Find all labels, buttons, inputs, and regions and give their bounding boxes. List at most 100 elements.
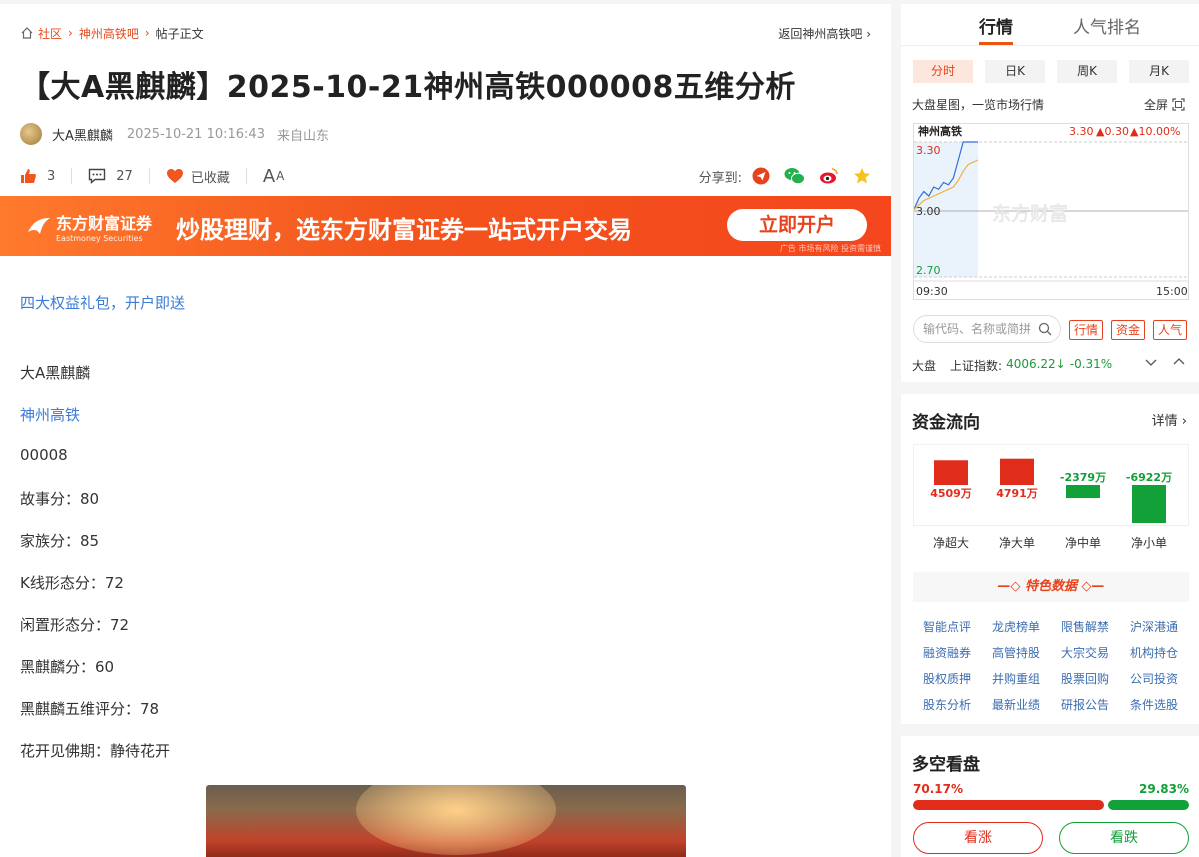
breadcrumb: 社区 › 神州高铁吧 › 帖子正文 返回神州高铁吧 › [20, 24, 871, 42]
promo-banner[interactable]: 东方财富证券 Eastmoney Securities 炒股理财，选东方财富证券… [0, 196, 891, 256]
market-map-link[interactable]: 大盘星图，一览市场行情 [912, 96, 1044, 113]
period-weekly[interactable]: 周K [1057, 60, 1117, 83]
font-size-toggle[interactable]: AA [263, 166, 285, 187]
comment-button[interactable]: 27 [88, 168, 133, 184]
vote-bull-button[interactable]: 看涨 [913, 822, 1043, 854]
bear-pct: 29.83% [1139, 782, 1189, 796]
feature-item[interactable]: 研报公告 [1051, 696, 1119, 713]
image-glow [356, 785, 556, 855]
market-tabs: 行情 人气排名 [901, 4, 1199, 46]
divider [71, 168, 73, 184]
fullscreen-button[interactable]: 全屏 [1144, 96, 1185, 113]
content-line: 黑麒麟五维评分：78 [20, 700, 160, 718]
period-daily[interactable]: 日K [985, 60, 1045, 83]
stock-search-input[interactable]: 输代码、名称或简拼 [913, 315, 1061, 343]
fullscreen-label: 全屏 [1143, 98, 1168, 112]
ad-disclaimer: 广告 市场有风险 投资需谨慎 [779, 244, 881, 253]
chevron-up-icon[interactable] [1173, 356, 1185, 368]
like-button[interactable]: 3 [20, 168, 55, 184]
chart-stock-name: 神州高铁 [918, 124, 962, 138]
comment-icon [89, 168, 106, 184]
x-tick-start: 09:30 [916, 285, 948, 298]
feature-item[interactable]: 股票回购 [1051, 670, 1119, 687]
heart-icon [166, 169, 183, 183]
bull-bar [913, 800, 1104, 810]
index-ticker: 大盘 上证指数: 4006.22↓ -0.31% [912, 357, 1112, 374]
like-count: 3 [47, 168, 56, 184]
back-to-bar-link[interactable]: 返回神州高铁吧 › [778, 25, 871, 42]
breadcrumb-bar[interactable]: 神州高铁吧 [79, 25, 139, 42]
promo-link[interactable]: 四大权益礼包，开户即送 [20, 292, 185, 313]
period-intraday[interactable]: 分时 [913, 60, 973, 83]
feature-item[interactable]: 并购重组 [982, 670, 1050, 687]
flow-bar [1000, 458, 1034, 485]
feature-item[interactable]: 智能点评 [913, 618, 981, 635]
content-line: 闲置形态分：72 [20, 616, 130, 634]
breadcrumb-current: 帖子正文 [155, 26, 204, 41]
index-name[interactable]: 上证指数: [950, 357, 1002, 374]
feature-item[interactable]: 最新业绩 [982, 696, 1050, 713]
feature-item[interactable]: 龙虎榜单 [982, 618, 1050, 635]
flow-label: 净大单 [998, 536, 1035, 550]
content-line: 大A黑麒麟 [20, 364, 91, 382]
y-tick-high: 3.30 [916, 144, 941, 157]
brand-logo: 东方财富证券 Eastmoney Securities [56, 210, 152, 243]
breadcrumb-home[interactable]: 社区 [38, 25, 62, 42]
avatar[interactable] [20, 123, 42, 145]
market-card: 行情 人气排名 分时 日K 周K 月K 大盘星图，一览市场行情 全屏 东方财富 … [901, 4, 1199, 382]
post-image[interactable] [206, 785, 686, 857]
tab-quotes[interactable]: 行情 [979, 13, 1013, 38]
feature-item[interactable]: 公司投资 [1120, 670, 1188, 687]
flow-value-label: -6922万 [1126, 471, 1172, 484]
chevron-down-icon[interactable] [1145, 356, 1157, 368]
fund-flow-chart: 4509万 4791万 -2379万 -6922万 [913, 444, 1189, 526]
author-name[interactable]: 大A黑麒麟 [52, 125, 113, 144]
bird-logo-icon [28, 218, 50, 234]
sentiment-title: 多空看盘 [912, 755, 980, 775]
feature-item[interactable]: 限售解禁 [1051, 618, 1119, 635]
intraday-chart[interactable]: 东方财富 神州高铁 3.30 ▲0.30 ▲10.00% 3.30 3.00 2… [913, 123, 1189, 300]
vote-bear-button[interactable]: 看跌 [1059, 822, 1189, 854]
paper-plane-icon[interactable] [752, 167, 770, 185]
favorite-button[interactable]: 已收藏 [166, 167, 230, 186]
tab-popularity[interactable]: 人气排名 [1073, 13, 1141, 38]
search-placeholder: 输代码、名称或简拼 [923, 322, 1032, 336]
y-tick-mid: 3.00 [916, 205, 941, 218]
feature-item[interactable]: 机构持仓 [1120, 644, 1188, 661]
chart-watermark: 东方财富 [992, 202, 1068, 225]
open-account-button[interactable]: 立即开户 [727, 209, 867, 241]
tag-quotes[interactable]: 行情 [1069, 320, 1103, 340]
action-bar: 3 27 已收藏 AA 分享到: [20, 164, 871, 188]
period-monthly[interactable]: 月K [1129, 60, 1189, 83]
fund-flow-title: 资金流向 [912, 413, 980, 433]
post-time: 2025-10-21 10:16:43 [126, 126, 265, 142]
feature-item[interactable]: 股东分析 [913, 696, 981, 713]
weibo-icon[interactable] [819, 167, 839, 185]
comment-count: 27 [116, 168, 133, 184]
feature-item[interactable]: 融资融券 [913, 644, 981, 661]
feature-item[interactable]: 沪深港通 [1120, 618, 1188, 635]
wechat-icon[interactable] [784, 167, 805, 185]
feature-item[interactable]: 大宗交易 [1051, 644, 1119, 661]
font-small-glyph: A [276, 169, 285, 183]
brand-name-en: Eastmoney Securities [56, 234, 143, 243]
fund-flow-svg: 4509万 4791万 -2379万 -6922万 [930, 458, 1172, 523]
feature-item[interactable]: 高管持股 [982, 644, 1050, 661]
chart-price: 3.30 [1069, 125, 1094, 138]
search-icon[interactable] [1038, 322, 1052, 336]
tag-funds[interactable]: 资金 [1111, 320, 1145, 340]
feature-item[interactable]: 股权质押 [913, 670, 981, 687]
home-icon[interactable] [20, 26, 34, 40]
qzone-star-icon[interactable] [853, 167, 871, 185]
feature-item[interactable]: 条件选股 [1120, 696, 1188, 713]
chevron-right-icon: › [144, 26, 150, 40]
chart-change-pct: ▲10.00% [1130, 125, 1180, 138]
stock-link[interactable]: 神州高铁 [20, 404, 80, 425]
content-line: 00008 [20, 446, 68, 464]
fund-flow-details-link[interactable]: 详情 › [1152, 410, 1187, 429]
feature-data-header: —◇ 特色数据 ◇— [913, 572, 1189, 602]
feature-title: 特色数据 [1024, 579, 1077, 594]
tag-popularity[interactable]: 人气 [1153, 320, 1187, 340]
period-buttons: 分时 日K 周K 月K [913, 60, 1189, 83]
flow-bar [1066, 485, 1100, 499]
